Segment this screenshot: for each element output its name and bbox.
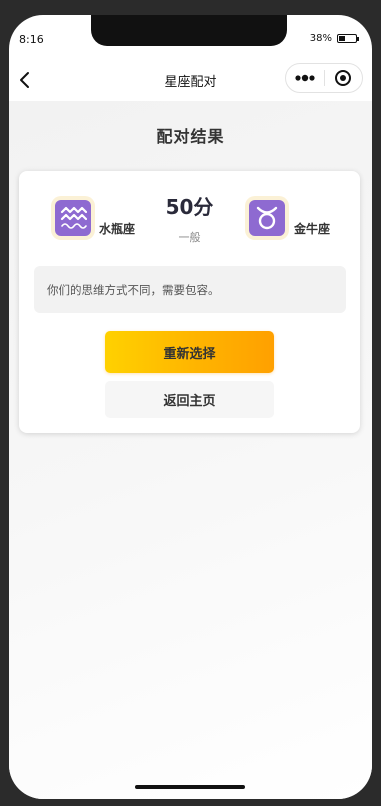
result-card: 水瓶座 50分 一般 金牛座 你们的思维方式不同，需要包容。 重新选择 返回主页 [19,171,360,433]
result-message: 你们的思维方式不同，需要包容。 [47,283,220,297]
more-button[interactable] [286,64,324,92]
match-score: 50分 [165,195,214,219]
close-mini-program-button[interactable] [325,64,362,92]
target-circle-icon [335,70,352,86]
status-time: 8:16 [19,33,44,46]
navigation-bar: 星座配对 [9,59,372,101]
mini-program-capsule [285,63,363,93]
reselect-button[interactable]: 重新选择 [105,331,274,373]
status-indicators: 38% [309,33,359,44]
device-notch [91,15,287,46]
back-home-button[interactable]: 返回主页 [105,381,274,418]
page-content: 配对结果 水瓶座 50分 一般 金牛座 你们的思维方式不同，需要包容。 重新选择… [9,101,372,799]
battery-percent: 38% [309,33,332,44]
right-sign-name: 金牛座 [294,222,331,236]
page-title: 配对结果 [156,127,225,146]
phone-screen: 8:16 38% 星座配对 配对结果 水瓶座 50分 一般 金牛座 你们的思维方… [9,15,372,799]
taurus-icon [249,200,285,236]
more-dots-icon [295,74,315,82]
result-message-box: 你们的思维方式不同，需要包容。 [34,266,346,313]
home-indicator [135,785,245,789]
battery-icon [337,34,359,43]
